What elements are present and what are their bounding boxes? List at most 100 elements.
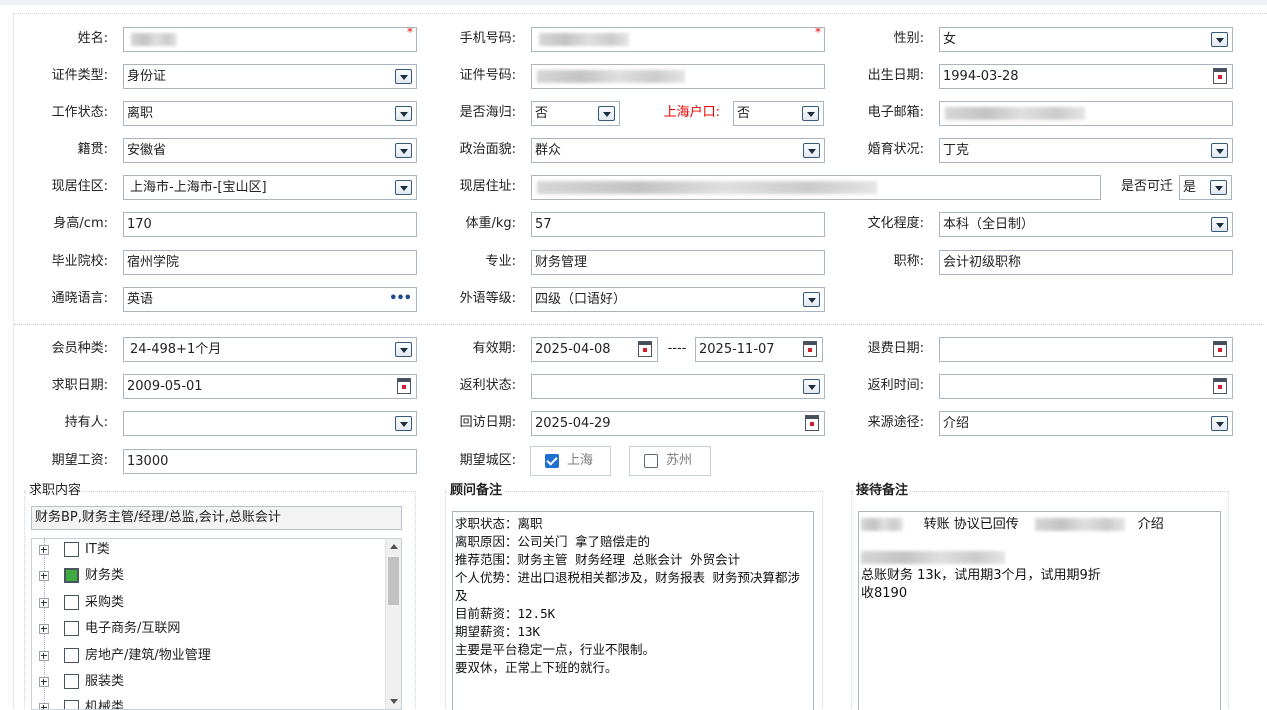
height-field[interactable]: 170	[123, 212, 417, 237]
expand-icon[interactable]	[39, 677, 49, 687]
reception-line-1: 转账 协议已回传 介绍	[861, 515, 1218, 535]
chevron-down-icon[interactable]	[395, 69, 412, 84]
calendar-icon[interactable]	[805, 415, 819, 431]
more-options-icon[interactable]: •••	[389, 292, 412, 306]
returnee-select[interactable]: 否	[531, 101, 620, 126]
address-field[interactable]	[531, 175, 1101, 200]
chevron-down-icon[interactable]	[1211, 32, 1228, 47]
validity-start-field[interactable]: 2025-04-08	[531, 337, 658, 362]
tree-item-label: 电子商务/互联网	[85, 621, 181, 636]
chevron-down-icon[interactable]	[803, 292, 820, 307]
member-type-select[interactable]: 24-498+1个月	[123, 337, 417, 362]
checkbox-icon[interactable]	[64, 700, 79, 709]
tree-item[interactable]: 电子商务/互联网	[32, 616, 387, 642]
calendar-icon[interactable]	[397, 378, 411, 394]
school-label: 毕业院校:	[51, 254, 108, 269]
job-date-field[interactable]: 2009-05-01	[123, 374, 417, 399]
city-option-suzhou[interactable]: 苏州	[629, 446, 711, 476]
source-select[interactable]: 介绍	[939, 411, 1233, 436]
email-field[interactable]	[939, 101, 1233, 126]
id-number-field[interactable]	[531, 64, 825, 89]
language-level-select[interactable]: 四级（口语好）	[531, 287, 825, 312]
job-category-tree[interactable]: IT类 财务类 采购类 电子商务/互联网 房地产/建筑/物业管理 服装类 机械类	[31, 538, 402, 710]
chevron-down-icon[interactable]	[803, 143, 820, 158]
calendar-icon[interactable]	[1213, 341, 1227, 357]
checkbox-icon[interactable]	[64, 674, 79, 689]
chevron-down-icon[interactable]	[395, 416, 412, 431]
checkbox-icon[interactable]	[64, 621, 79, 636]
checkbox-checked-icon[interactable]	[545, 454, 559, 468]
tree-scrollbar[interactable]	[385, 539, 401, 709]
gender-select[interactable]: 女	[939, 27, 1233, 52]
scroll-down-arrow-icon[interactable]	[390, 699, 398, 704]
phone-field[interactable]: *	[531, 27, 825, 52]
expand-icon[interactable]	[39, 703, 49, 709]
redacted-email	[945, 107, 1085, 120]
birth-date-field[interactable]: 1994-03-28	[939, 64, 1233, 89]
name-field[interactable]: *	[123, 27, 417, 52]
rebate-time-field[interactable]	[939, 374, 1233, 399]
tree-item[interactable]: 财务类	[32, 563, 387, 589]
id-type-select[interactable]: 身份证	[123, 64, 417, 89]
school-field[interactable]: 宿州学院	[123, 250, 417, 275]
work-status-label: 工作状态:	[51, 105, 108, 120]
chevron-down-icon[interactable]	[1210, 180, 1227, 195]
expand-icon[interactable]	[39, 624, 49, 634]
tree-item[interactable]: 机械类	[32, 695, 387, 709]
tree-item[interactable]: 采购类	[32, 590, 387, 616]
chevron-down-icon[interactable]	[395, 342, 412, 357]
expand-icon[interactable]	[39, 651, 49, 661]
expand-icon[interactable]	[39, 545, 49, 555]
checkbox-icon[interactable]	[64, 542, 79, 557]
city-option-shanghai[interactable]: 上海	[530, 446, 611, 476]
holder-select[interactable]	[123, 411, 417, 436]
residence-area-select[interactable]: 上海市-上海市-[宝山区]	[123, 175, 417, 200]
job-title-field[interactable]: 会计初级职称	[939, 250, 1233, 275]
tree-item[interactable]: 服装类	[32, 669, 387, 695]
chevron-down-icon[interactable]	[802, 106, 819, 121]
scrollbar-thumb[interactable]	[388, 557, 399, 605]
shanghai-hukou-select[interactable]: 否	[733, 101, 824, 126]
weight-field[interactable]: 57	[531, 212, 825, 237]
chevron-down-icon[interactable]	[1211, 143, 1228, 158]
education-select[interactable]: 本科（全日制）	[939, 212, 1233, 237]
salary-field[interactable]: 13000	[123, 449, 417, 474]
calendar-icon[interactable]	[803, 341, 817, 357]
redacted-name	[131, 33, 177, 46]
returnee-label: 是否海归:	[459, 105, 516, 120]
major-field[interactable]: 财务管理	[531, 250, 825, 275]
tree-item[interactable]: IT类	[32, 539, 387, 563]
marital-select[interactable]: 丁克	[939, 138, 1233, 163]
chevron-down-icon[interactable]	[1211, 217, 1228, 232]
checkbox-checked-icon[interactable]	[64, 568, 79, 583]
expand-icon[interactable]	[39, 571, 49, 581]
checkbox-icon[interactable]	[644, 454, 658, 468]
political-select[interactable]: 群众	[531, 138, 825, 163]
work-status-select[interactable]: 离职	[123, 101, 417, 126]
expand-icon[interactable]	[39, 598, 49, 608]
section-divider	[14, 324, 1264, 325]
visit-date-field[interactable]: 2025-04-29	[531, 411, 825, 436]
chevron-down-icon[interactable]	[598, 106, 615, 121]
validity-end-field[interactable]: 2025-11-07	[695, 337, 823, 362]
chevron-down-icon[interactable]	[1211, 416, 1228, 431]
rebate-status-select[interactable]	[531, 374, 825, 399]
chevron-down-icon[interactable]	[395, 106, 412, 121]
advisor-notes-textarea[interactable]: 求职状态：离职 离职原因：公司关门 拿了赔偿走的 推荐范围：财务主管 财务经理 …	[452, 511, 814, 710]
scroll-up-arrow-icon[interactable]	[390, 544, 398, 549]
chevron-down-icon[interactable]	[803, 379, 820, 394]
checkbox-icon[interactable]	[64, 648, 79, 663]
language-field[interactable]: 英语 •••	[123, 287, 417, 312]
tree-item[interactable]: 房地产/建筑/物业管理	[32, 643, 387, 669]
checkbox-icon[interactable]	[64, 595, 79, 610]
reception-notes-textarea[interactable]: 转账 协议已回传 介绍 总账财务 13k，试用期3个月，试用期9折 收8190	[858, 511, 1221, 710]
calendar-icon[interactable]	[1213, 68, 1227, 84]
calendar-icon[interactable]	[638, 341, 652, 357]
relocate-select[interactable]: 是	[1179, 175, 1232, 200]
calendar-icon[interactable]	[1213, 378, 1227, 394]
chevron-down-icon[interactable]	[395, 180, 412, 195]
chevron-down-icon[interactable]	[395, 143, 412, 158]
native-place-select[interactable]: 安徽省	[123, 138, 417, 163]
refund-date-field[interactable]	[939, 337, 1233, 362]
